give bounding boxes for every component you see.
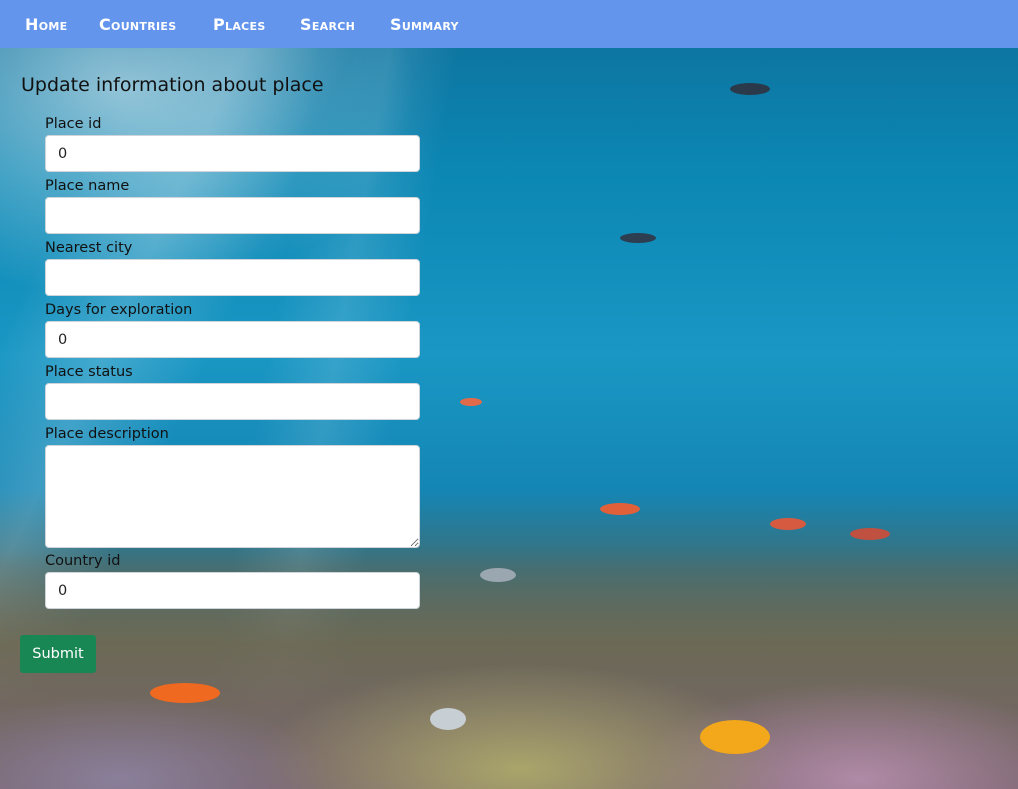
fish <box>460 398 482 406</box>
country-id-input[interactable] <box>45 572 420 609</box>
place-name-label: Place name <box>45 178 130 194</box>
fish <box>730 83 770 95</box>
fish <box>770 518 806 530</box>
place-id-label: Place id <box>45 116 102 132</box>
nearest-city-label: Nearest city <box>45 240 133 256</box>
place-status-input[interactable] <box>45 383 420 420</box>
fish <box>700 720 770 754</box>
place-status-label: Place status <box>45 364 133 380</box>
country-id-label: Country id <box>45 553 121 569</box>
fish <box>430 708 466 730</box>
fish <box>480 568 516 582</box>
fish <box>150 683 220 703</box>
place-description-label: Place description <box>45 426 169 442</box>
fish <box>850 528 890 540</box>
nearest-city-input[interactable] <box>45 259 420 296</box>
place-name-input[interactable] <box>45 197 420 234</box>
nav-home[interactable]: Home <box>25 15 67 34</box>
days-for-exploration-label: Days for exploration <box>45 302 193 318</box>
place-description-textarea[interactable] <box>45 445 420 548</box>
nav-summary[interactable]: Summary <box>390 15 459 34</box>
nav-places[interactable]: Places <box>213 15 266 34</box>
page-title: Update information about place <box>21 74 324 96</box>
nav-search[interactable]: Search <box>300 15 355 34</box>
place-id-input[interactable] <box>45 135 420 172</box>
fish <box>620 233 656 243</box>
nav-countries[interactable]: Countries <box>99 15 176 34</box>
submit-button[interactable]: Submit <box>20 635 96 673</box>
top-navbar: Home Countries Places Search Summary <box>0 0 1018 48</box>
fish <box>600 503 640 515</box>
days-for-exploration-input[interactable] <box>45 321 420 358</box>
